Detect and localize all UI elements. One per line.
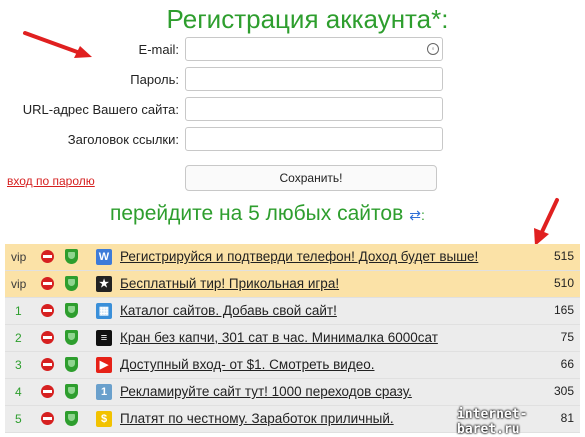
email-field[interactable] <box>185 37 443 61</box>
site-favicon-icon: 1 <box>96 384 112 400</box>
site-row: 4 1 Рекламируйте сайт тут! 1000 переходов … <box>5 379 580 406</box>
site-favicon-icon: $ <box>96 411 112 427</box>
link-title-row: Заголовок ссылки: <box>0 127 585 153</box>
shield-icon[interactable] <box>65 384 78 399</box>
site-link[interactable]: Бесплатный тир! Прикольная игра! <box>120 276 339 291</box>
sites-subtitle-text: перейдите на 5 любых сайтов <box>110 202 404 225</box>
site-tag: 3 <box>15 358 22 372</box>
url-field[interactable] <box>185 97 443 121</box>
site-link[interactable]: Платят по честному. Заработок приличный. <box>120 411 394 426</box>
red-arrow-icon <box>534 198 559 246</box>
block-icon[interactable] <box>41 331 54 344</box>
shield-icon[interactable] <box>65 276 78 291</box>
sites-list: vip W Регистрируйся и подтверди телефон! Д… <box>5 244 580 433</box>
site-tag: 2 <box>15 331 22 345</box>
site-link[interactable]: Рекламируйте сайт тут! 1000 переходов ср… <box>120 384 412 399</box>
link-title-field[interactable] <box>185 127 443 151</box>
site-count: 510 <box>553 276 574 290</box>
site-tag: vip <box>11 277 27 291</box>
block-icon[interactable] <box>41 412 54 425</box>
block-icon[interactable] <box>41 385 54 398</box>
refresh-icon[interactable]: ⇄ <box>409 207 421 223</box>
email-label: E-mail: <box>138 42 179 57</box>
watermark: internet-baret.ru <box>457 407 528 437</box>
site-row: 1 ▦ Каталог сайтов. Добавь свой сайт! 165 <box>5 298 580 325</box>
site-count: 66 <box>560 357 574 371</box>
site-favicon-icon: ▦ <box>96 303 112 319</box>
site-row: 3 ▶ Доступный вход- от $1. Смотреть видео.… <box>5 352 580 379</box>
block-icon[interactable] <box>41 277 54 290</box>
block-icon[interactable] <box>41 250 54 263</box>
password-row: Пароль: <box>0 67 585 93</box>
url-row: URL-адрес Вашего сайта: <box>0 97 585 123</box>
url-label: URL-адрес Вашего сайта: <box>22 102 179 117</box>
site-link[interactable]: Доступный вход- от $1. Смотреть видео. <box>120 357 374 372</box>
site-link[interactable]: Регистрируйся и подтверди телефон! Доход… <box>120 249 478 264</box>
site-link[interactable]: Кран без капчи, 301 сат в час. Минималка… <box>120 330 438 345</box>
email-row: E-mail: ◦ <box>0 37 585 63</box>
site-row: vip W Регистрируйся и подтверди телефон! Д… <box>5 244 580 271</box>
block-icon[interactable] <box>41 304 54 317</box>
shield-icon[interactable] <box>65 249 78 264</box>
site-row: 2 ≡ Кран без капчи, 301 сат в час. Минимал… <box>5 325 580 352</box>
site-tag: vip <box>11 250 27 264</box>
password-field[interactable] <box>185 67 443 91</box>
subtitle-suffix: : <box>420 207 425 223</box>
site-row: vip ★ Бесплатный тир! Прикольная игра! 510 <box>5 271 580 298</box>
shield-icon[interactable] <box>65 330 78 345</box>
site-count: 75 <box>560 330 574 344</box>
password-label: Пароль: <box>130 72 179 87</box>
site-tag: 1 <box>15 304 22 318</box>
site-count: 515 <box>553 249 574 263</box>
site-favicon-icon: ▶ <box>96 357 112 373</box>
site-count: 305 <box>553 384 574 398</box>
login-by-password-link[interactable]: вход по паролю <box>7 174 95 188</box>
site-favicon-icon: ★ <box>96 276 112 292</box>
site-favicon-icon: ≡ <box>96 330 112 346</box>
site-count: 165 <box>553 303 574 317</box>
site-tag: 5 <box>15 412 22 426</box>
link-title-label: Заголовок ссылки: <box>67 132 179 147</box>
site-favicon-icon: W <box>96 249 112 265</box>
sites-subtitle: перейдите на 5 любых сайтов ⇄: <box>110 200 425 229</box>
autofill-icon[interactable]: ◦ <box>427 43 439 55</box>
shield-icon[interactable] <box>65 411 78 426</box>
site-link[interactable]: Каталог сайтов. Добавь свой сайт! <box>120 303 337 318</box>
block-icon[interactable] <box>41 358 54 371</box>
shield-icon[interactable] <box>65 303 78 318</box>
site-tag: 4 <box>15 385 22 399</box>
shield-icon[interactable] <box>65 357 78 372</box>
save-button[interactable]: Сохранить! <box>185 165 437 191</box>
